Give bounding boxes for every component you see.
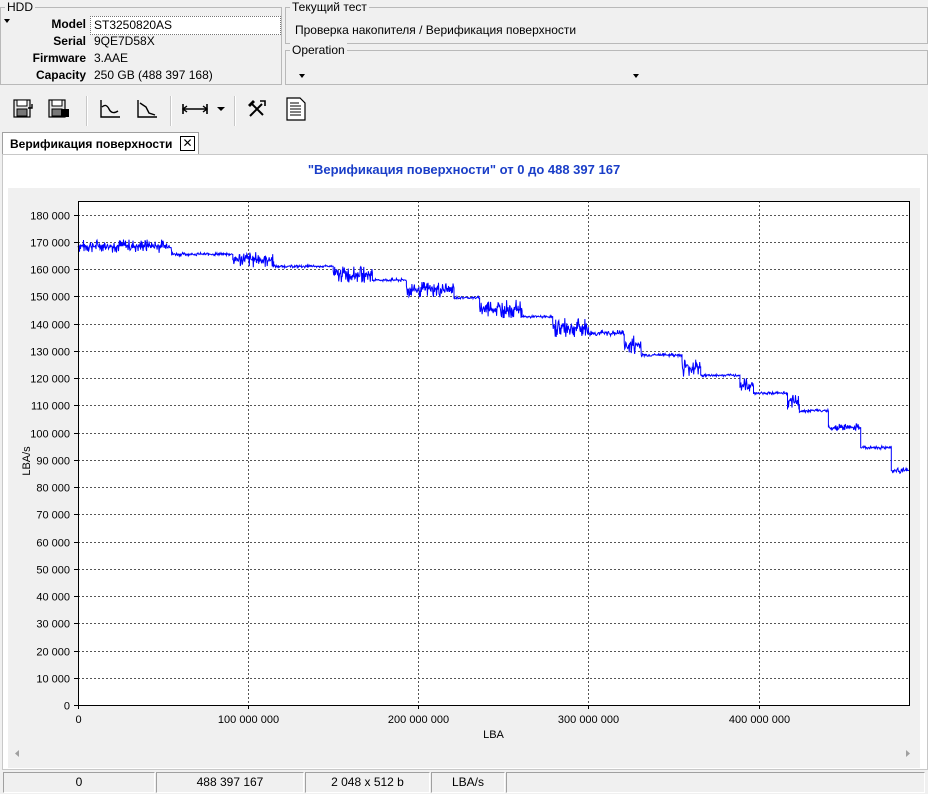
- range-icon: [181, 104, 209, 114]
- x-tick-label: 200 000 000: [388, 714, 449, 726]
- toolbar-separator: [234, 96, 236, 126]
- x-tick-label: 400 000 000: [729, 714, 790, 726]
- y-tick-label: 120 000: [30, 374, 70, 386]
- y-tick-label: 110 000: [31, 401, 70, 413]
- firmware-value: 3.AAE: [94, 51, 129, 65]
- hdd-group-title: HDD: [5, 0, 35, 14]
- operation-left-arrow-icon[interactable]: [299, 74, 305, 78]
- model-row[interactable]: Model ST3250820AS: [1, 16, 281, 35]
- y-tick-label: 30 000: [36, 619, 70, 631]
- x-tick-label: 100 000 000: [218, 714, 279, 726]
- x-tick-label: 300 000 000: [558, 714, 619, 726]
- scroll-right-button[interactable]: [899, 745, 916, 762]
- serial-row: Serial 9QE7D58X: [1, 33, 279, 50]
- y-tick-label: 100 000: [30, 429, 70, 441]
- capacity-row: Capacity 250 GB (488 397 168): [1, 67, 279, 84]
- graph-down-icon: [137, 100, 157, 118]
- plot-background: [78, 201, 909, 705]
- range-dropdown-button[interactable]: [214, 95, 228, 123]
- report-button[interactable]: [282, 95, 310, 123]
- tab-label: Верификация поверхности: [10, 137, 173, 151]
- graph-icon: [100, 100, 120, 118]
- toolbar-separator: [170, 96, 172, 126]
- tab-surface-verification[interactable]: Верификация поверхности ✕: [2, 132, 199, 155]
- chart-svg: 0 10 000 20 000 30 000 40 000 50 000 60 000 70 …: [21, 201, 910, 741]
- scroll-left-button[interactable]: [9, 745, 26, 762]
- status-empty: [506, 772, 925, 793]
- y-tick-label: 90 000: [36, 456, 70, 468]
- y-tick-label: 10 000: [36, 674, 70, 686]
- operation-select[interactable]: [292, 63, 640, 81]
- x-axis-label: LBA: [483, 729, 504, 741]
- save-as-button[interactable]: [45, 95, 73, 123]
- operation-group: Operation: [285, 43, 928, 85]
- capacity-label: Capacity: [35, 68, 86, 82]
- report-icon: [286, 97, 306, 121]
- serial-value: 9QE7D58X: [94, 34, 155, 48]
- y-tick-label: 80 000: [36, 483, 70, 495]
- current-test-value: Проверка накопителя / Верификация поверх…: [295, 23, 577, 37]
- save-as-icon: [48, 99, 69, 118]
- close-icon[interactable]: ✕: [180, 136, 195, 151]
- y-tick-label: 60 000: [36, 538, 70, 550]
- y-tick-label: 150 000: [30, 292, 70, 304]
- y-tick-label: 180 000: [30, 211, 70, 223]
- tools-button[interactable]: [243, 95, 271, 123]
- serial-label: Serial: [53, 34, 86, 48]
- y-axis-label: LBA/s: [21, 446, 33, 476]
- graph-down-button[interactable]: [133, 95, 161, 123]
- tools-icon: [248, 100, 266, 117]
- hdd-group: HDD Model ST3250820AS Serial 9QE7D58X Fi…: [0, 0, 282, 85]
- current-test-group: Текущий тест Проверка накопителя / Вериф…: [285, 0, 928, 44]
- current-test-title: Текущий тест: [290, 0, 369, 14]
- range-button[interactable]: [180, 95, 210, 123]
- y-tick-label: 50 000: [36, 565, 70, 577]
- status-end-lba: 488 397 167: [156, 772, 304, 793]
- toolbar-separator: [86, 96, 88, 126]
- y-tick-label: 170 000: [30, 238, 70, 250]
- save-icon: [13, 99, 33, 118]
- firmware-row: Firmware 3.AAE: [1, 50, 279, 67]
- chart-title: "Верификация поверхности" от 0 до 488 39…: [307, 162, 621, 177]
- graph-button[interactable]: [96, 95, 124, 123]
- chevron-left-icon: [15, 750, 19, 757]
- y-tick-label: 160 000: [30, 265, 70, 277]
- chart-area: 0 10 000 20 000 30 000 40 000 50 000 60 000 70 …: [8, 188, 920, 768]
- x-tick-label: 0: [75, 714, 81, 726]
- y-tick-label: 20 000: [36, 647, 70, 659]
- horizontal-scrollbar[interactable]: [9, 745, 916, 762]
- y-tick-label: 70 000: [36, 510, 70, 522]
- capacity-value: 250 GB (488 397 168): [94, 68, 213, 82]
- y-tick-label: 130 000: [30, 347, 70, 359]
- chevron-right-icon: [906, 750, 910, 757]
- status-units: LBA/s: [431, 772, 505, 793]
- dropdown-icon: [217, 107, 225, 111]
- y-tick-label: 0: [64, 701, 70, 713]
- y-tick-label: 140 000: [30, 320, 70, 332]
- status-start-lba: 0: [3, 772, 155, 793]
- model-label: Model: [51, 17, 86, 31]
- status-block-size: 2 048 x 512 b: [305, 772, 430, 793]
- operation-title: Operation: [290, 43, 347, 57]
- y-tick-label: 40 000: [36, 592, 70, 604]
- firmware-label: Firmware: [32, 51, 86, 65]
- operation-chevron-down-icon[interactable]: [633, 74, 639, 78]
- save-button[interactable]: [9, 95, 37, 123]
